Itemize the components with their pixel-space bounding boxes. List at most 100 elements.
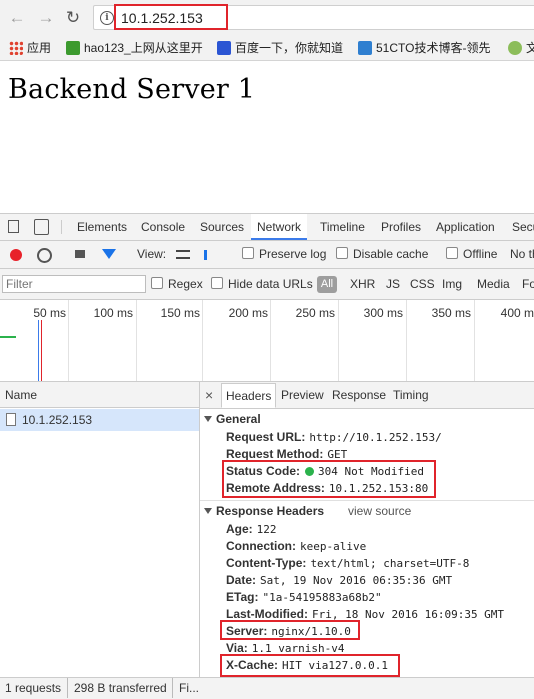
info-icon[interactable]: i [100,11,114,25]
device-toolbar-icon[interactable] [34,219,49,235]
header-value: text/html; charset=UTF-8 [310,557,470,570]
bookmark-label: 应用 [27,41,52,55]
timeline-gridline [68,300,69,381]
timeline-tick-label: 100 ms [93,306,133,320]
tab-sources[interactable]: Sources [200,214,244,240]
bookmark-51cto[interactable]: 51CTO技术博客-领先 [358,39,500,57]
timeline-tick-label: 250 ms [295,306,335,320]
response-header-row: Via: 1.1 varnish-v4 [226,641,345,655]
clear-icon[interactable] [37,248,52,263]
request-bar [0,336,16,338]
header-key: Content-Type: [226,556,307,570]
header-key: Date: [226,573,257,587]
forward-arrow-icon[interactable]: → [36,8,56,28]
page-viewport: Backend Server 1 [0,61,534,213]
browser-toolbar: ← → ↻ i 10.1.252.153 [0,0,534,36]
request-row[interactable]: 10.1.252.153 [0,409,199,431]
filter-js[interactable]: JS [386,269,400,299]
filter-font[interactable]: Fo [522,269,534,299]
tab-security[interactable]: Secu [512,214,534,240]
tab-console[interactable]: Console [141,214,185,240]
name-column-header[interactable]: Name [0,382,199,408]
tab-response[interactable]: Response [332,382,386,408]
hide-data-urls-checkbox[interactable]: Hide data URLs [211,269,313,299]
timeline-gridline [202,300,203,381]
response-headers-title: Response Headers [216,504,325,518]
response-headers-toggle[interactable]: Response Headers [204,504,324,518]
baidu-paw-favicon [217,41,231,55]
checkbox-icon[interactable] [151,277,163,289]
header-key: ETag: [226,590,259,604]
response-header-row: Date: Sat, 19 Nov 2016 06:35:36 GMT [226,573,452,587]
bookmark-label: hao123_上网从这里开 [84,41,203,55]
filter-all-button[interactable]: All [317,276,337,293]
video-camera-icon[interactable] [75,250,85,258]
back-arrow-icon[interactable]: ← [7,8,27,28]
bookmark-more[interactable]: 文 [508,39,534,57]
timeline-gridline [406,300,407,381]
network-controls-bar: View: Preserve log Disable cache Offline… [0,241,534,269]
checkbox-icon[interactable] [211,277,223,289]
checkbox-icon[interactable] [336,247,348,259]
bookmark-baidu[interactable]: 百度一下，你就知道 [217,39,349,57]
requests-count: 1 requests [5,681,62,695]
tab-application[interactable]: Application [436,214,495,240]
view-source-link[interactable]: view source [348,504,411,518]
tab-profiles[interactable]: Profiles [381,214,421,240]
checkbox-icon[interactable] [446,247,458,259]
close-icon[interactable]: × [205,382,213,408]
apps-grid-icon [9,41,23,55]
detail-tab-bar: × Headers Preview Response Timing [200,382,534,409]
regex-label: Regex [168,277,203,291]
filter-css[interactable]: CSS [410,269,435,299]
filter-input[interactable] [2,275,146,293]
disable-cache-checkbox[interactable]: Disable cache [336,241,428,268]
timeline-tick-label: 200 ms [228,306,268,320]
reload-icon[interactable]: ↻ [63,8,83,28]
network-filter-bar: Regex Hide data URLs All XHR JS CSS Img … [0,269,534,300]
url-highlight-box [114,4,228,30]
hide-data-urls-label: Hide data URLs [228,277,313,291]
bookmark-apps[interactable]: 应用 [9,39,51,57]
header-value: http://10.1.252.153/ [309,431,442,444]
server-highlight-box [220,620,360,640]
page-heading: Backend Server 1 [8,74,256,105]
filter-img[interactable]: Img [442,269,462,299]
request-method-row: Request Method: GET [226,447,347,461]
checkbox-icon[interactable] [242,247,254,259]
devtools-panel: Elements Console Sources Network Timelin… [0,213,534,699]
tab-headers[interactable]: Headers [221,383,277,408]
inspect-element-icon[interactable] [8,220,19,233]
offline-checkbox[interactable]: Offline [446,241,497,268]
response-header-row: Last-Modified: Fri, 18 Nov 2016 16:09:35 … [226,607,504,621]
network-overview-timeline[interactable]: 50 ms 100 ms 150 ms 200 ms 250 ms 300 ms… [0,300,534,382]
request-url-row: Request URL: http://10.1.252.153/ [226,430,442,444]
response-header-row: Age: 122 [226,522,277,536]
header-value: keep-alive [300,540,367,553]
timeline-tick-label: 150 ms [160,306,200,320]
disable-cache-label: Disable cache [353,247,429,261]
header-key: Request Method: [226,447,324,461]
list-view-icon[interactable] [176,250,190,259]
general-section-toggle[interactable]: General [204,412,261,426]
cache-highlight-box [220,654,400,677]
preserve-log-checkbox[interactable]: Preserve log [242,241,326,268]
51cto-favicon [358,41,372,55]
throttle-select[interactable]: No th [510,241,534,268]
waterfall-view-icon[interactable] [204,250,221,260]
filter-xhr[interactable]: XHR [350,269,375,299]
tab-timing[interactable]: Timing [393,382,429,408]
tab-network[interactable]: Network [251,214,308,240]
record-icon[interactable] [10,249,22,261]
filter-media[interactable]: Media [477,269,510,299]
bookmark-hao123[interactable]: hao123_上网从这里开 [66,39,208,57]
regex-checkbox[interactable]: Regex [151,269,203,299]
header-key: Request URL: [226,430,306,444]
transferred-size: 298 B transferred [67,678,167,698]
tab-preview[interactable]: Preview [281,382,324,408]
expand-triangle-icon [204,416,212,422]
filter-funnel-icon[interactable] [102,249,116,259]
tab-timeline[interactable]: Timeline [320,214,365,240]
tab-elements[interactable]: Elements [77,214,127,240]
header-value: Sat, 19 Nov 2016 06:35:36 GMT [260,574,453,587]
